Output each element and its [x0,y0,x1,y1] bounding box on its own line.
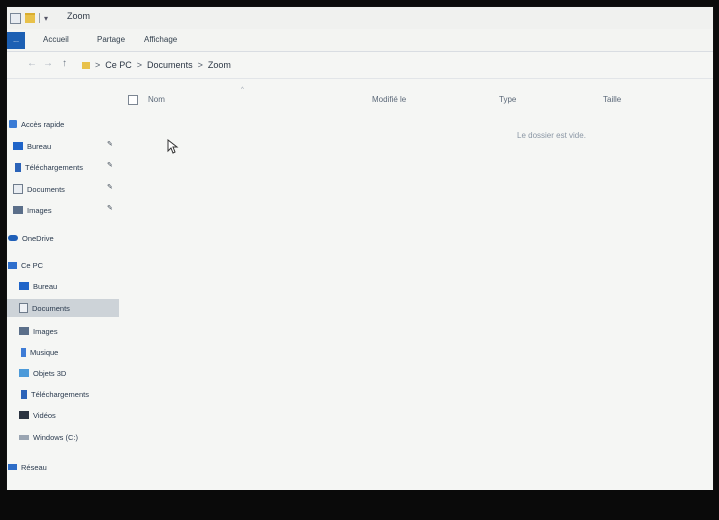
properties-icon[interactable] [10,12,21,24]
navigation-pane: Accès rapide Bureau ✎ Téléchargements ✎ … [7,79,119,489]
sidebar-item-videos[interactable]: Vidéos [7,406,119,424]
drive-icon [19,434,29,440]
title-bar: ▾ Zoom [7,7,713,29]
back-icon[interactable]: ← [27,58,37,69]
computer-icon [8,261,17,269]
up-icon[interactable]: ↑ [62,58,67,69]
breadcrumb-zoom[interactable]: Zoom [208,60,231,70]
download-icon [21,389,27,399]
desktop-icon [13,142,23,150]
sidebar-item-music[interactable]: Musique [7,343,119,361]
screen-bezel [0,490,719,520]
explorer-window: ▾ Zoom ... Accueil Partage Affichage ← →… [6,6,714,492]
address-bar: ← → ↑ > Ce PC > Documents > Zoom [7,52,713,79]
cursor-icon [167,139,179,154]
pin-icon[interactable]: ✎ [107,161,113,169]
sidebar-item-quick-access[interactable]: Accès rapide [7,115,119,133]
video-icon [19,411,29,419]
toolbar-divider [39,13,40,23]
star-icon [9,120,17,128]
sidebar-item-documents[interactable]: Documents [7,299,119,317]
forward-icon[interactable]: → [43,58,53,69]
column-modified[interactable]: Modifié le [372,95,406,104]
tab-view[interactable]: Affichage [144,35,177,44]
column-type[interactable]: Type [499,95,516,104]
desktop-icon [19,282,29,290]
pin-icon[interactable]: ✎ [107,140,113,148]
sidebar-item-desktop-pc[interactable]: Bureau [7,277,119,295]
cloud-icon [8,235,18,241]
breadcrumb-documents[interactable]: Documents [147,60,193,70]
breadcrumb[interactable]: > Ce PC > Documents > Zoom [95,60,231,70]
pin-icon[interactable]: ✎ [107,204,113,212]
sidebar-item-3d-objects[interactable]: Objets 3D [7,364,119,382]
empty-folder-message: Le dossier est vide. [517,131,586,140]
download-icon [15,162,21,172]
pin-icon[interactable]: ✎ [107,183,113,191]
ribbon-tabs: ... Accueil Partage Affichage [7,29,713,52]
documents-icon [13,184,23,194]
folder-icon [82,62,90,69]
sidebar-item-this-pc[interactable]: Ce PC [7,256,119,274]
network-icon [8,464,17,470]
select-all-checkbox[interactable] [128,95,138,105]
tab-share[interactable]: Partage [97,35,125,44]
quick-access-toolbar: ▾ [10,11,48,25]
folder-icon[interactable] [25,13,35,23]
column-header: ^ Nom Modifié le Type Taille [119,87,713,111]
column-size[interactable]: Taille [603,95,621,104]
cube-icon [19,369,29,377]
sidebar-item-drive-c[interactable]: Windows (C:) [7,428,119,446]
sidebar-item-pictures[interactable]: Images [7,322,119,340]
tab-home[interactable]: Accueil [43,35,69,44]
chevron-down-icon[interactable]: ▾ [44,14,48,23]
pictures-icon [19,327,29,335]
documents-icon [19,303,28,313]
sidebar-item-downloads-pc[interactable]: Téléchargements [7,385,119,403]
chevron-up-icon: ^ [241,87,244,93]
sidebar-item-onedrive[interactable]: OneDrive [7,229,119,247]
music-icon [21,347,26,357]
window-title: Zoom [67,11,91,21]
file-tab[interactable]: ... [7,32,25,49]
pictures-icon [13,206,23,214]
sidebar-item-network[interactable]: Réseau [7,458,119,476]
column-name[interactable]: Nom [148,95,165,104]
breadcrumb-this-pc[interactable]: Ce PC [105,60,132,70]
